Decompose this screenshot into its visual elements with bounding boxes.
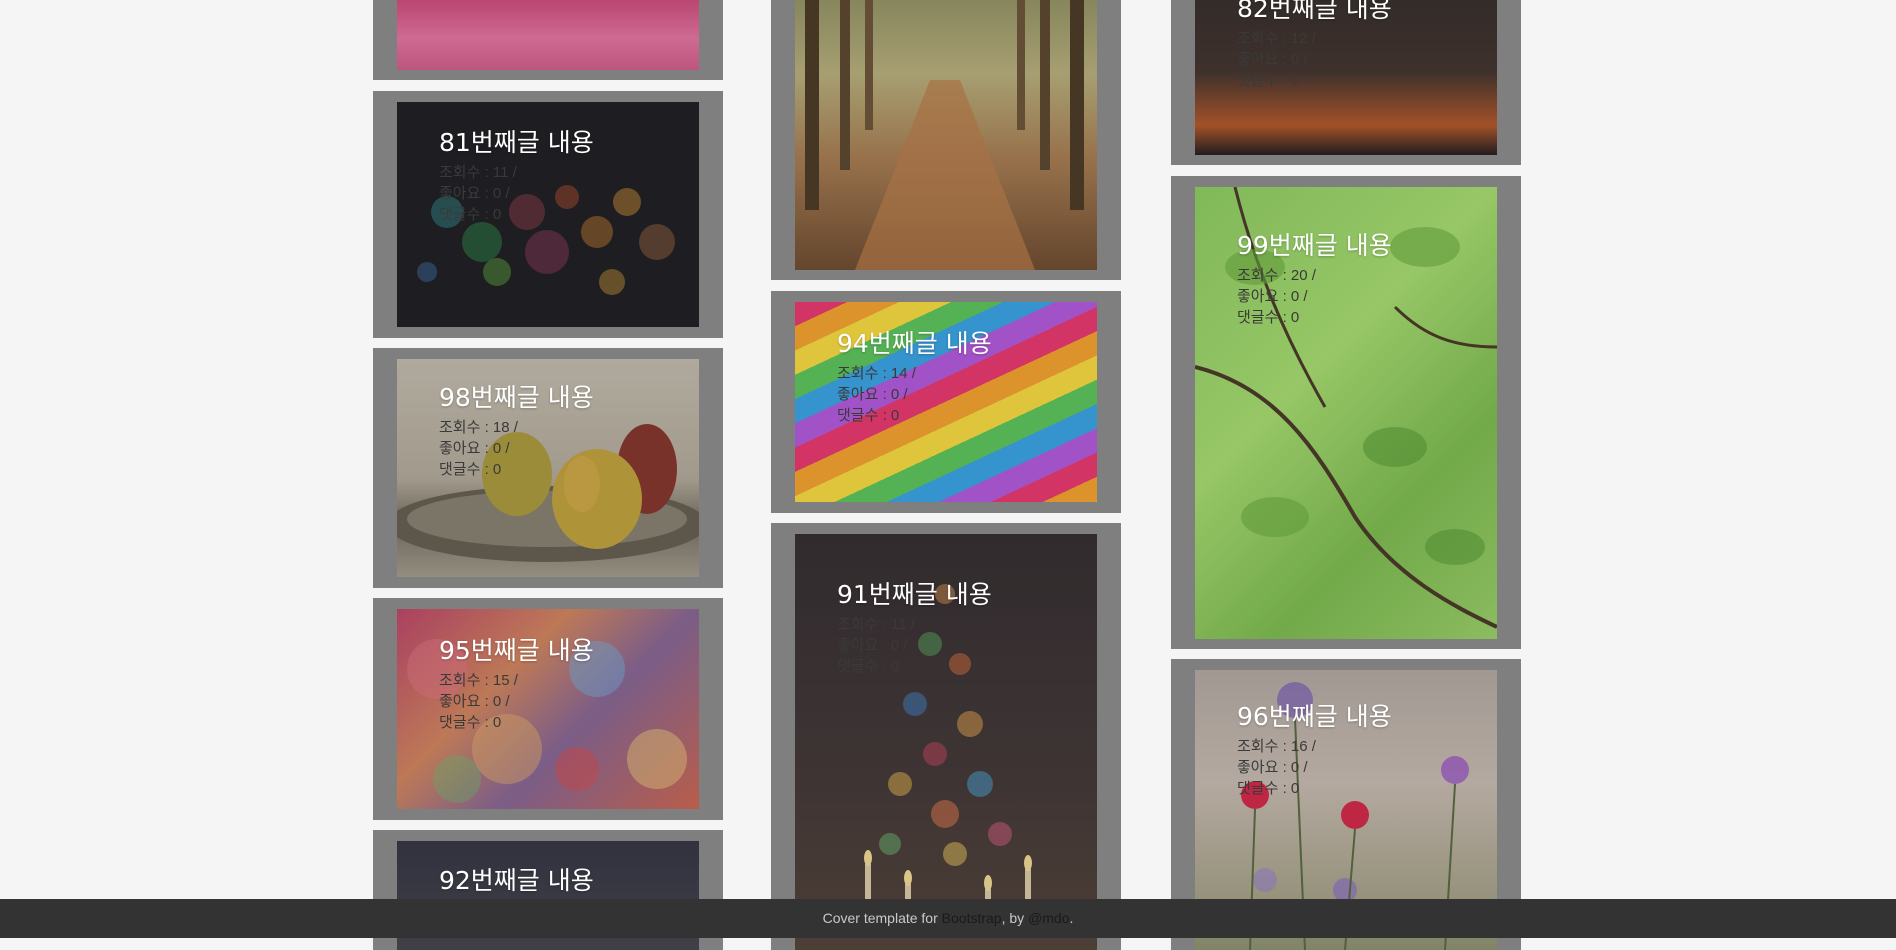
post-title[interactable]: 81번째글 내용 bbox=[439, 128, 594, 158]
like-count: 좋아요 : 0 / bbox=[1237, 51, 1308, 68]
footer-suffix: . bbox=[1069, 910, 1074, 926]
like-count: 좋아요 : 0 / bbox=[1237, 288, 1308, 305]
post-thumbnail bbox=[795, 0, 1097, 270]
post-card-95[interactable]: 95번째글 내용 조회수 : 15 / 좋아요 : 0 / 댓글수 : 0 bbox=[373, 598, 723, 820]
like-count: 좋아요 : 0 / bbox=[837, 637, 908, 654]
view-count: 조회수 : 11 / bbox=[439, 164, 517, 181]
like-count: 좋아요 : 0 / bbox=[1237, 759, 1308, 776]
like-count: 좋아요 : 0 / bbox=[439, 693, 510, 710]
like-count: 좋아요 : 0 / bbox=[837, 386, 908, 403]
post-title[interactable]: 91번째글 내용 bbox=[837, 580, 992, 610]
comment-count: 댓글수 : 0 bbox=[1237, 309, 1300, 326]
post-title[interactable]: 96번째글 내용 bbox=[1237, 702, 1392, 732]
post-title[interactable]: 95번째글 내용 bbox=[439, 636, 594, 666]
author-link[interactable]: @mdo bbox=[1028, 910, 1069, 926]
like-count: 좋아요 : 0 / bbox=[439, 440, 510, 457]
view-count: 조회수 : 15 / bbox=[439, 672, 518, 689]
comment-count: 댓글수 : 0 bbox=[1237, 72, 1300, 89]
post-title[interactable]: 98번째글 내용 bbox=[439, 383, 594, 413]
post-title[interactable]: 92번째글 내용 bbox=[439, 866, 594, 896]
post-card-partial-top-center[interactable] bbox=[771, 0, 1121, 280]
post-card-98[interactable]: 98번째글 내용 조회수 : 18 / 좋아요 : 0 / 댓글수 : 0 bbox=[373, 348, 723, 588]
comment-count: 댓글수 : 0 bbox=[439, 714, 502, 731]
view-count: 조회수 : 18 / bbox=[439, 419, 518, 436]
comment-count: 댓글수 : 0 bbox=[837, 407, 900, 424]
bootstrap-link[interactable]: Bootstrap bbox=[942, 910, 1002, 926]
footer-prefix: Cover template for bbox=[822, 910, 942, 926]
like-count: 좋아요 : 0 / bbox=[439, 185, 510, 202]
comment-count: 댓글수 : 0 bbox=[1237, 780, 1300, 797]
comment-count: 댓글수 : 0 bbox=[439, 206, 502, 223]
footer: Cover template for Bootstrap, by @mdo. bbox=[0, 899, 1896, 938]
post-thumbnail bbox=[397, 0, 699, 70]
comment-count: 댓글수 : 0 bbox=[439, 461, 502, 478]
post-title[interactable]: 94번째글 내용 bbox=[837, 329, 992, 359]
view-count: 조회수 : 12 / bbox=[1237, 30, 1316, 47]
view-count: 조회수 : 11 / bbox=[837, 616, 915, 633]
footer-by: , by bbox=[1001, 910, 1029, 926]
post-title[interactable]: 99번째글 내용 bbox=[1237, 231, 1392, 261]
post-card-99[interactable]: 99번째글 내용 조회수 : 20 / 좋아요 : 0 / 댓글수 : 0 bbox=[1171, 176, 1521, 649]
post-card-partial-top-left[interactable] bbox=[373, 0, 723, 80]
post-card-82[interactable]: 82번째글 내용 조회수 : 12 / 좋아요 : 0 / 댓글수 : 0 bbox=[1171, 0, 1521, 165]
post-card-94[interactable]: 94번째글 내용 조회수 : 14 / 좋아요 : 0 / 댓글수 : 0 bbox=[771, 291, 1121, 513]
post-card-91[interactable]: 91번째글 내용 조회수 : 11 / 좋아요 : 0 / 댓글수 : 0 bbox=[771, 523, 1121, 950]
post-card-81[interactable]: 81번째글 내용 조회수 : 11 / 좋아요 : 0 / 댓글수 : 0 bbox=[373, 91, 723, 338]
view-count: 조회수 : 14 / bbox=[837, 365, 916, 382]
post-title[interactable]: 82번째글 내용 bbox=[1237, 0, 1392, 24]
view-count: 조회수 : 16 / bbox=[1237, 738, 1316, 755]
view-count: 조회수 : 20 / bbox=[1237, 267, 1316, 284]
comment-count: 댓글수 : 0 bbox=[837, 658, 900, 675]
